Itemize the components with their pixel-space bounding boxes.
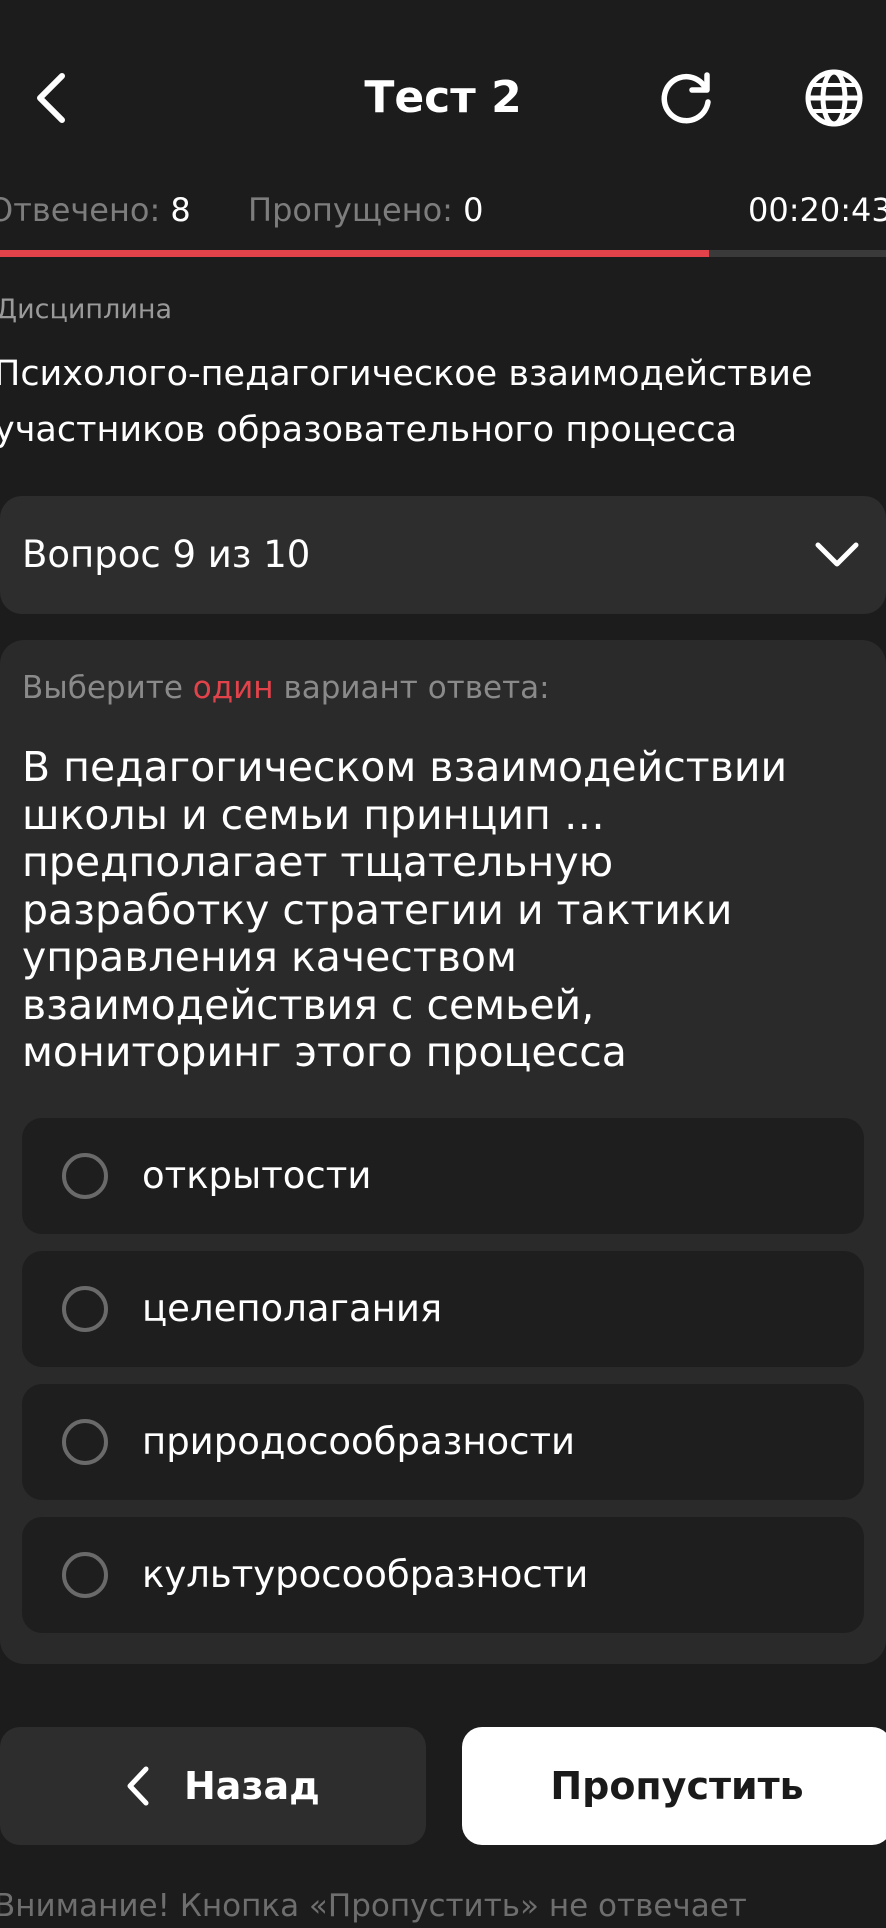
answer-option[interactable]: целеполагания (22, 1251, 864, 1367)
radio-button[interactable] (62, 1419, 108, 1465)
chevron-left-icon (127, 1766, 149, 1806)
radio-button[interactable] (62, 1153, 108, 1199)
progress-bar (0, 250, 886, 257)
skip-button[interactable]: Пропустить (462, 1727, 886, 1845)
app-header: Тест 2 (0, 0, 886, 190)
answer-option[interactable]: открытости (22, 1118, 864, 1234)
timer: 00:20:43 (748, 191, 886, 229)
answered-counter: Отвечено: 8 (0, 188, 191, 232)
test-stats: Отвечено: 8 Пропущено: 0 00:20:43 (0, 188, 886, 232)
instruction-accent: один (192, 670, 274, 706)
answer-instruction: Выберите один вариант ответа: (22, 666, 550, 710)
answer-option[interactable]: культуросообразности (22, 1517, 864, 1633)
discipline-title: Психолого-педагогическое взаимодействие … (0, 354, 813, 450)
skip-button-label: Пропустить (550, 1764, 804, 1808)
back-button[interactable]: Назад (0, 1727, 426, 1845)
chevron-down-icon (815, 542, 859, 567)
page-title: Тест 2 (364, 72, 522, 123)
globe-icon[interactable] (800, 64, 868, 132)
answered-value: 8 (170, 191, 191, 229)
radio-button[interactable] (62, 1286, 108, 1332)
question-card: Выберите один вариант ответа: В педагоги… (0, 640, 886, 1664)
radio-button[interactable] (62, 1552, 108, 1598)
instruction-prefix: Выберите (22, 670, 183, 706)
skipped-counter: Пропущено: 0 (248, 188, 483, 232)
progress-fill (0, 250, 709, 257)
reload-icon[interactable] (652, 64, 720, 132)
back-button-label: Назад (184, 1764, 320, 1808)
answer-option-label: культуросообразности (142, 1553, 589, 1596)
instruction-suffix: вариант ответа: (283, 670, 550, 706)
question-text: В педагогическом взаимодействии школы и … (22, 743, 788, 1076)
answer-option-label: природосообразности (142, 1420, 576, 1463)
discipline-label: Дисциплина (0, 294, 173, 325)
question-selector[interactable]: Вопрос 9 из 10 (0, 496, 886, 614)
skip-warning-note: Внимание! Кнопка «Пропустить» не отвечае… (0, 1888, 747, 1924)
answer-option-label: открытости (142, 1154, 372, 1197)
answered-label: Отвечено: (0, 191, 161, 229)
answer-option[interactable]: природосообразности (22, 1384, 864, 1500)
answer-option-label: целеполагания (142, 1287, 443, 1330)
skipped-value: 0 (463, 191, 484, 229)
skipped-label: Пропущено: (248, 191, 453, 229)
question-selector-label: Вопрос 9 из 10 (22, 533, 311, 576)
